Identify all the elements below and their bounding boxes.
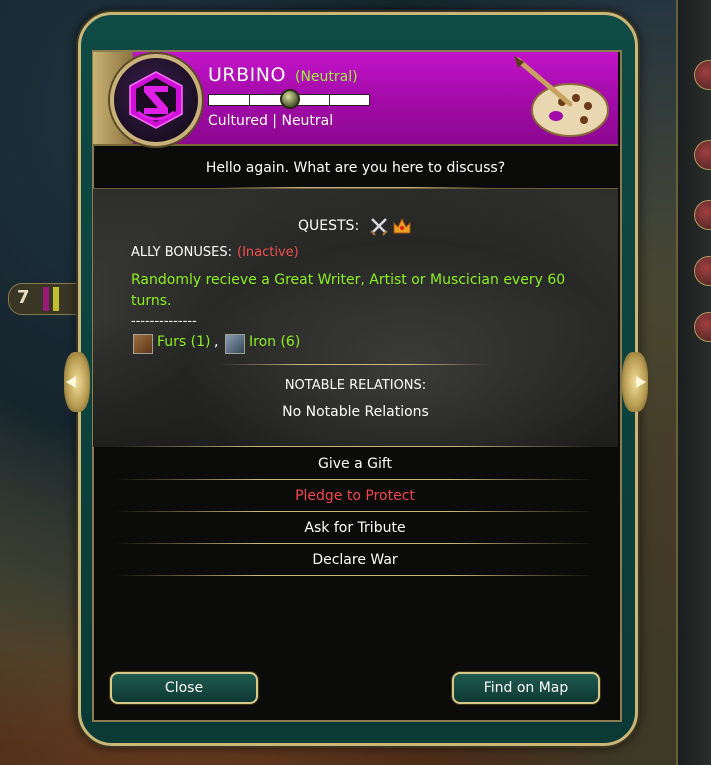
pledge-to-protect-button[interactable]: Pledge to Protect [115,482,595,510]
rail-button[interactable] [694,200,711,230]
resource-iron: Iron (6) [249,334,301,350]
text-separator: -------------- [131,314,197,329]
divider [115,543,595,544]
crossed-swords-icon[interactable] [369,216,389,240]
city-state-name: URBINO [208,64,286,86]
rail-button[interactable] [694,312,711,342]
divider [115,479,595,480]
rail-button[interactable] [694,140,711,170]
ally-bonuses-status: (Inactive) [237,245,299,260]
greeting-text: Hello again. What are you here to discus… [205,160,506,176]
give-gift-button[interactable]: Give a Gift [115,450,595,478]
divider [115,446,595,447]
notable-relations-value: No Notable Relations [282,404,429,420]
banner-bar-magenta [43,287,49,311]
find-on-map-button[interactable]: Find on Map [452,672,600,704]
cultured-palette-icon [512,54,612,144]
quests-label: QUESTS: [298,218,360,234]
divider [115,575,595,576]
city-state-relationship-status: (Neutral) [295,69,358,85]
divider [220,187,490,188]
right-arrow-icon[interactable] [622,352,648,412]
influence-meter-tick [249,95,250,105]
crown-icon[interactable] [391,215,413,241]
resource-separator: , [214,334,219,350]
banner-bar-yellow [53,287,59,311]
influence-meter-tick [329,95,330,105]
resource-furs: Furs (1) [157,334,211,350]
city-state-emblem-icon [110,54,202,146]
rail-button[interactable] [694,60,711,90]
declare-war-button[interactable]: Declare War [115,546,595,574]
left-arrow-icon[interactable] [64,352,90,412]
divider [115,511,595,512]
iron-icon [225,334,245,354]
furs-icon [133,334,153,354]
city-banner-value: 7 [17,287,30,308]
divider [220,364,490,365]
influence-marker-icon [280,89,300,109]
ally-bonuses-label: ALLY BONUSES: [131,245,232,260]
right-side-panel [676,0,711,765]
ally-bonus-description: Randomly recieve a Great Writer, Artist … [131,272,566,309]
ask-for-tribute-button[interactable]: Ask for Tribute [115,514,595,542]
notable-relations-label: NOTABLE RELATIONS: [284,378,427,393]
rail-button[interactable] [694,256,711,286]
close-button[interactable]: Close [110,672,258,704]
city-state-personality: Cultured | Neutral [208,113,334,129]
